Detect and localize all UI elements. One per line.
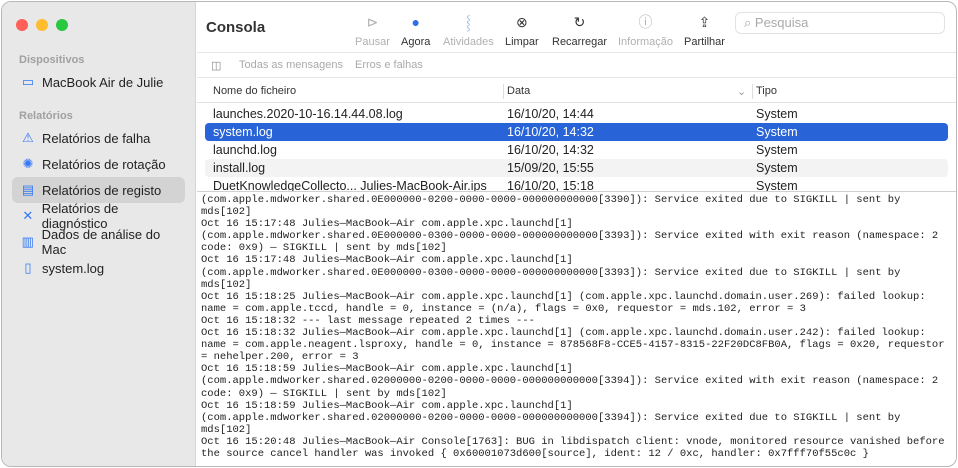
type-cell: System: [756, 161, 798, 175]
filename-cell: DuetKnowledgeCollecto... Julies-MacBook-…: [213, 179, 487, 191]
log-line: name = com.apple.neagent.lsproxy, handle…: [201, 339, 945, 352]
sidebar-toggle-icon[interactable]: ◫: [211, 59, 221, 72]
console-window: Dispositivos ▭ MacBook Air de Julie Relat…: [1, 1, 957, 467]
search-input[interactable]: ⌕ Pesquisa: [735, 12, 945, 34]
file-icon: ▯: [24, 260, 32, 275]
table-row[interactable]: launchd.log 16/10/20, 14:32 System: [205, 141, 948, 159]
log-line: Oct 16 15:18:32 --- last message repeate…: [201, 314, 535, 327]
window-title: Consola: [206, 19, 266, 36]
log-line: mds[102]: [201, 278, 252, 291]
table-row[interactable]: DuetKnowledgeCollecto... Julies-MacBook-…: [205, 177, 948, 191]
type-cell: System: [756, 125, 798, 139]
play-icon: ⊳: [366, 14, 379, 30]
file-table: launches.2020-10-16.14.44.08.log 16/10/20…: [197, 105, 956, 191]
reload-button[interactable]: ↻ Recarregar: [552, 12, 607, 48]
now-arrow-icon: ●: [411, 14, 420, 30]
type-cell: System: [756, 143, 798, 157]
log-line: name = com.apple.tccd, handle = 0, insta…: [201, 302, 806, 315]
minimize-button[interactable]: [36, 19, 48, 31]
activities-button[interactable]: ⸾ Atividades: [443, 12, 494, 48]
tools-icon: ✕: [22, 208, 34, 223]
log-line: the source cancel handler was invoked { …: [201, 447, 869, 460]
log-line: Oct 16 15:18:59 Julies—MacBook—Air com.a…: [201, 399, 573, 412]
log-line: (com.apple.mdworker.shared.0E000000-0300…: [201, 266, 901, 279]
pause-button[interactable]: ⊳ Pausar: [355, 12, 390, 48]
filter-bar: ◫ Todas as mensagens Erros e falhas: [197, 52, 956, 78]
now-button[interactable]: ● Agora: [401, 12, 430, 48]
sidebar-item-mac-analytics[interactable]: ▥ Dados de análise do Mac: [12, 227, 185, 257]
log-line: Oct 16 15:18:25 Julies—MacBook—Air com.a…: [201, 290, 926, 303]
column-date[interactable]: Data: [507, 85, 530, 97]
date-cell: 16/10/20, 14:32: [507, 125, 594, 139]
warning-icon: ⚠: [22, 130, 34, 145]
log-line: = nehelper.200, error = 3: [201, 351, 359, 364]
activities-icon: ⸾: [465, 14, 471, 30]
filename-cell: system.log: [213, 125, 273, 139]
filter-all-messages[interactable]: Todas as mensagens: [239, 59, 343, 71]
devices-header: Dispositivos: [19, 54, 85, 66]
table-row[interactable]: install.log 15/09/20, 15:55 System: [205, 159, 948, 177]
log-line: code: 0x9) — SIGKILL | sent by mds[102]: [201, 242, 447, 255]
laptop-icon: ▭: [21, 74, 35, 89]
sidebar-item-spin-reports[interactable]: ✺ Relatórios de rotação: [12, 151, 185, 177]
share-icon: ⇪: [698, 14, 711, 30]
sidebar-item-diagnostic-reports[interactable]: ✕ Relatórios de diagnóstico: [12, 201, 185, 231]
type-cell: System: [756, 107, 798, 121]
filename-cell: launchd.log: [213, 143, 277, 157]
log-line: (com.apple.mdworker.shared.02000000-0200…: [201, 375, 939, 388]
window-controls: [16, 19, 68, 31]
bar-chart-icon: ▥: [21, 234, 34, 249]
log-line: Oct 16 15:18:32 Julies—MacBook—Air com.a…: [201, 327, 926, 340]
column-type[interactable]: Tipo: [756, 85, 777, 97]
log-line: Oct 16 15:17:48 Julies—MacBook—Air com.a…: [201, 218, 573, 231]
sidebar-item-log-reports[interactable]: ▤ Relatórios de registo: [12, 177, 185, 203]
filename-cell: launches.2020-10-16.14.44.08.log: [213, 107, 403, 121]
type-cell: System: [756, 179, 798, 191]
sidebar-item-crash-reports[interactable]: ⚠ Relatórios de falha: [12, 125, 185, 151]
sidebar: Dispositivos ▭ MacBook Air de Julie Relat…: [2, 2, 196, 466]
log-line: Oct 16 15:17:48 Julies—MacBook—Air com.a…: [201, 254, 573, 267]
info-icon: ⓘ: [638, 14, 653, 30]
sidebar-item-system-log[interactable]: ▯ system.log: [12, 255, 185, 281]
date-cell: 16/10/20, 14:32: [507, 143, 594, 157]
date-cell: 16/10/20, 14:44: [507, 107, 594, 121]
log-line: Oct 16 15:18:59 Julies—MacBook—Air com.a…: [201, 363, 573, 376]
log-content[interactable]: (com.apple.mdworker.shared.0E000000-0200…: [197, 191, 956, 461]
log-line: code: 0x9) — SIGKILL | sent by mds[102]: [201, 387, 447, 400]
log-line: mds[102]: [201, 206, 252, 219]
share-button[interactable]: ⇪ Partilhar: [684, 12, 725, 48]
table-header: Nome do ficheiro Data ⌄ Tipo: [197, 82, 956, 103]
date-cell: 15/09/20, 15:55: [507, 161, 594, 175]
zoom-button[interactable]: [56, 19, 68, 31]
reports-header: Relatórios: [19, 110, 73, 122]
sort-chevron-down-icon: ⌄: [737, 86, 747, 98]
clear-button[interactable]: ⊗ Limpar: [505, 12, 539, 48]
log-line: Oct 16 15:20:48 Julies—MacBook—Air Conso…: [201, 435, 945, 448]
info-button[interactable]: ⓘ Informação: [618, 12, 673, 48]
filename-cell: install.log: [213, 161, 266, 175]
log-line: (com.apple.mdworker.shared.02000000-0200…: [201, 411, 901, 424]
column-filename[interactable]: Nome do ficheiro: [213, 85, 296, 97]
table-row[interactable]: launches.2020-10-16.14.44.08.log 16/10/20…: [205, 105, 948, 123]
filter-errors-faults[interactable]: Erros e falhas: [355, 59, 423, 71]
document-lines-icon: ▤: [21, 182, 35, 197]
sidebar-item-device[interactable]: ▭ MacBook Air de Julie: [12, 69, 185, 95]
date-cell: 16/10/20, 15:18: [507, 179, 594, 191]
clear-icon: ⊗: [515, 14, 528, 30]
spin-icon: ✺: [22, 156, 34, 171]
main-pane: Consola ⊳ Pausar ● Agora ⸾ Atividades ⊗ Limp…: [197, 2, 956, 466]
reload-icon: ↻: [573, 14, 586, 30]
search-icon: ⌕: [744, 15, 755, 30]
log-line: (com.apple.mdworker.shared.0E000000-0200…: [201, 194, 901, 206]
table-row[interactable]: system.log 16/10/20, 14:32 System: [205, 123, 948, 141]
log-line: (com.apple.mdworker.shared.0E000000-0300…: [201, 230, 939, 243]
close-button[interactable]: [16, 19, 28, 31]
log-line: mds[102]: [201, 423, 252, 436]
